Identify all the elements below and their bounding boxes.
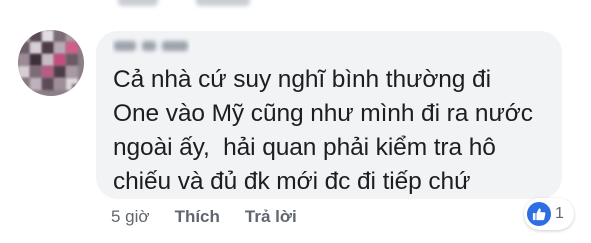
- comment-actions: 5 giờ Thích Trả lời: [111, 204, 297, 230]
- reaction-count: 1: [555, 205, 564, 222]
- comment-line: One vào Mỹ cũng như mình đi ra nước: [113, 100, 533, 127]
- comment-line: chiếu và đủ đk mới đc đi tiếp chứ: [113, 168, 471, 195]
- avatar[interactable]: [18, 30, 84, 96]
- commenter-name-blurred[interactable]: [112, 36, 190, 56]
- comment-line: Cả nhà cứ suy nghĩ bình thường đi: [113, 66, 491, 93]
- previous-comment-fragment: [0, 0, 591, 12]
- like-button[interactable]: Thích: [175, 207, 220, 227]
- timestamp-link[interactable]: 5 giờ: [111, 207, 150, 227]
- blurred-text: [196, 0, 250, 6]
- comment-line: ngoài ấy, hải quan phải kiểm tra hô: [113, 134, 496, 161]
- reply-button[interactable]: Trả lời: [245, 207, 297, 227]
- thumbs-up-icon: [527, 202, 551, 226]
- reaction-summary[interactable]: 1: [524, 198, 574, 230]
- comment-text: Cả nhà cứ suy nghĩ bình thường đi One và…: [113, 63, 553, 199]
- blurred-text: [118, 0, 158, 6]
